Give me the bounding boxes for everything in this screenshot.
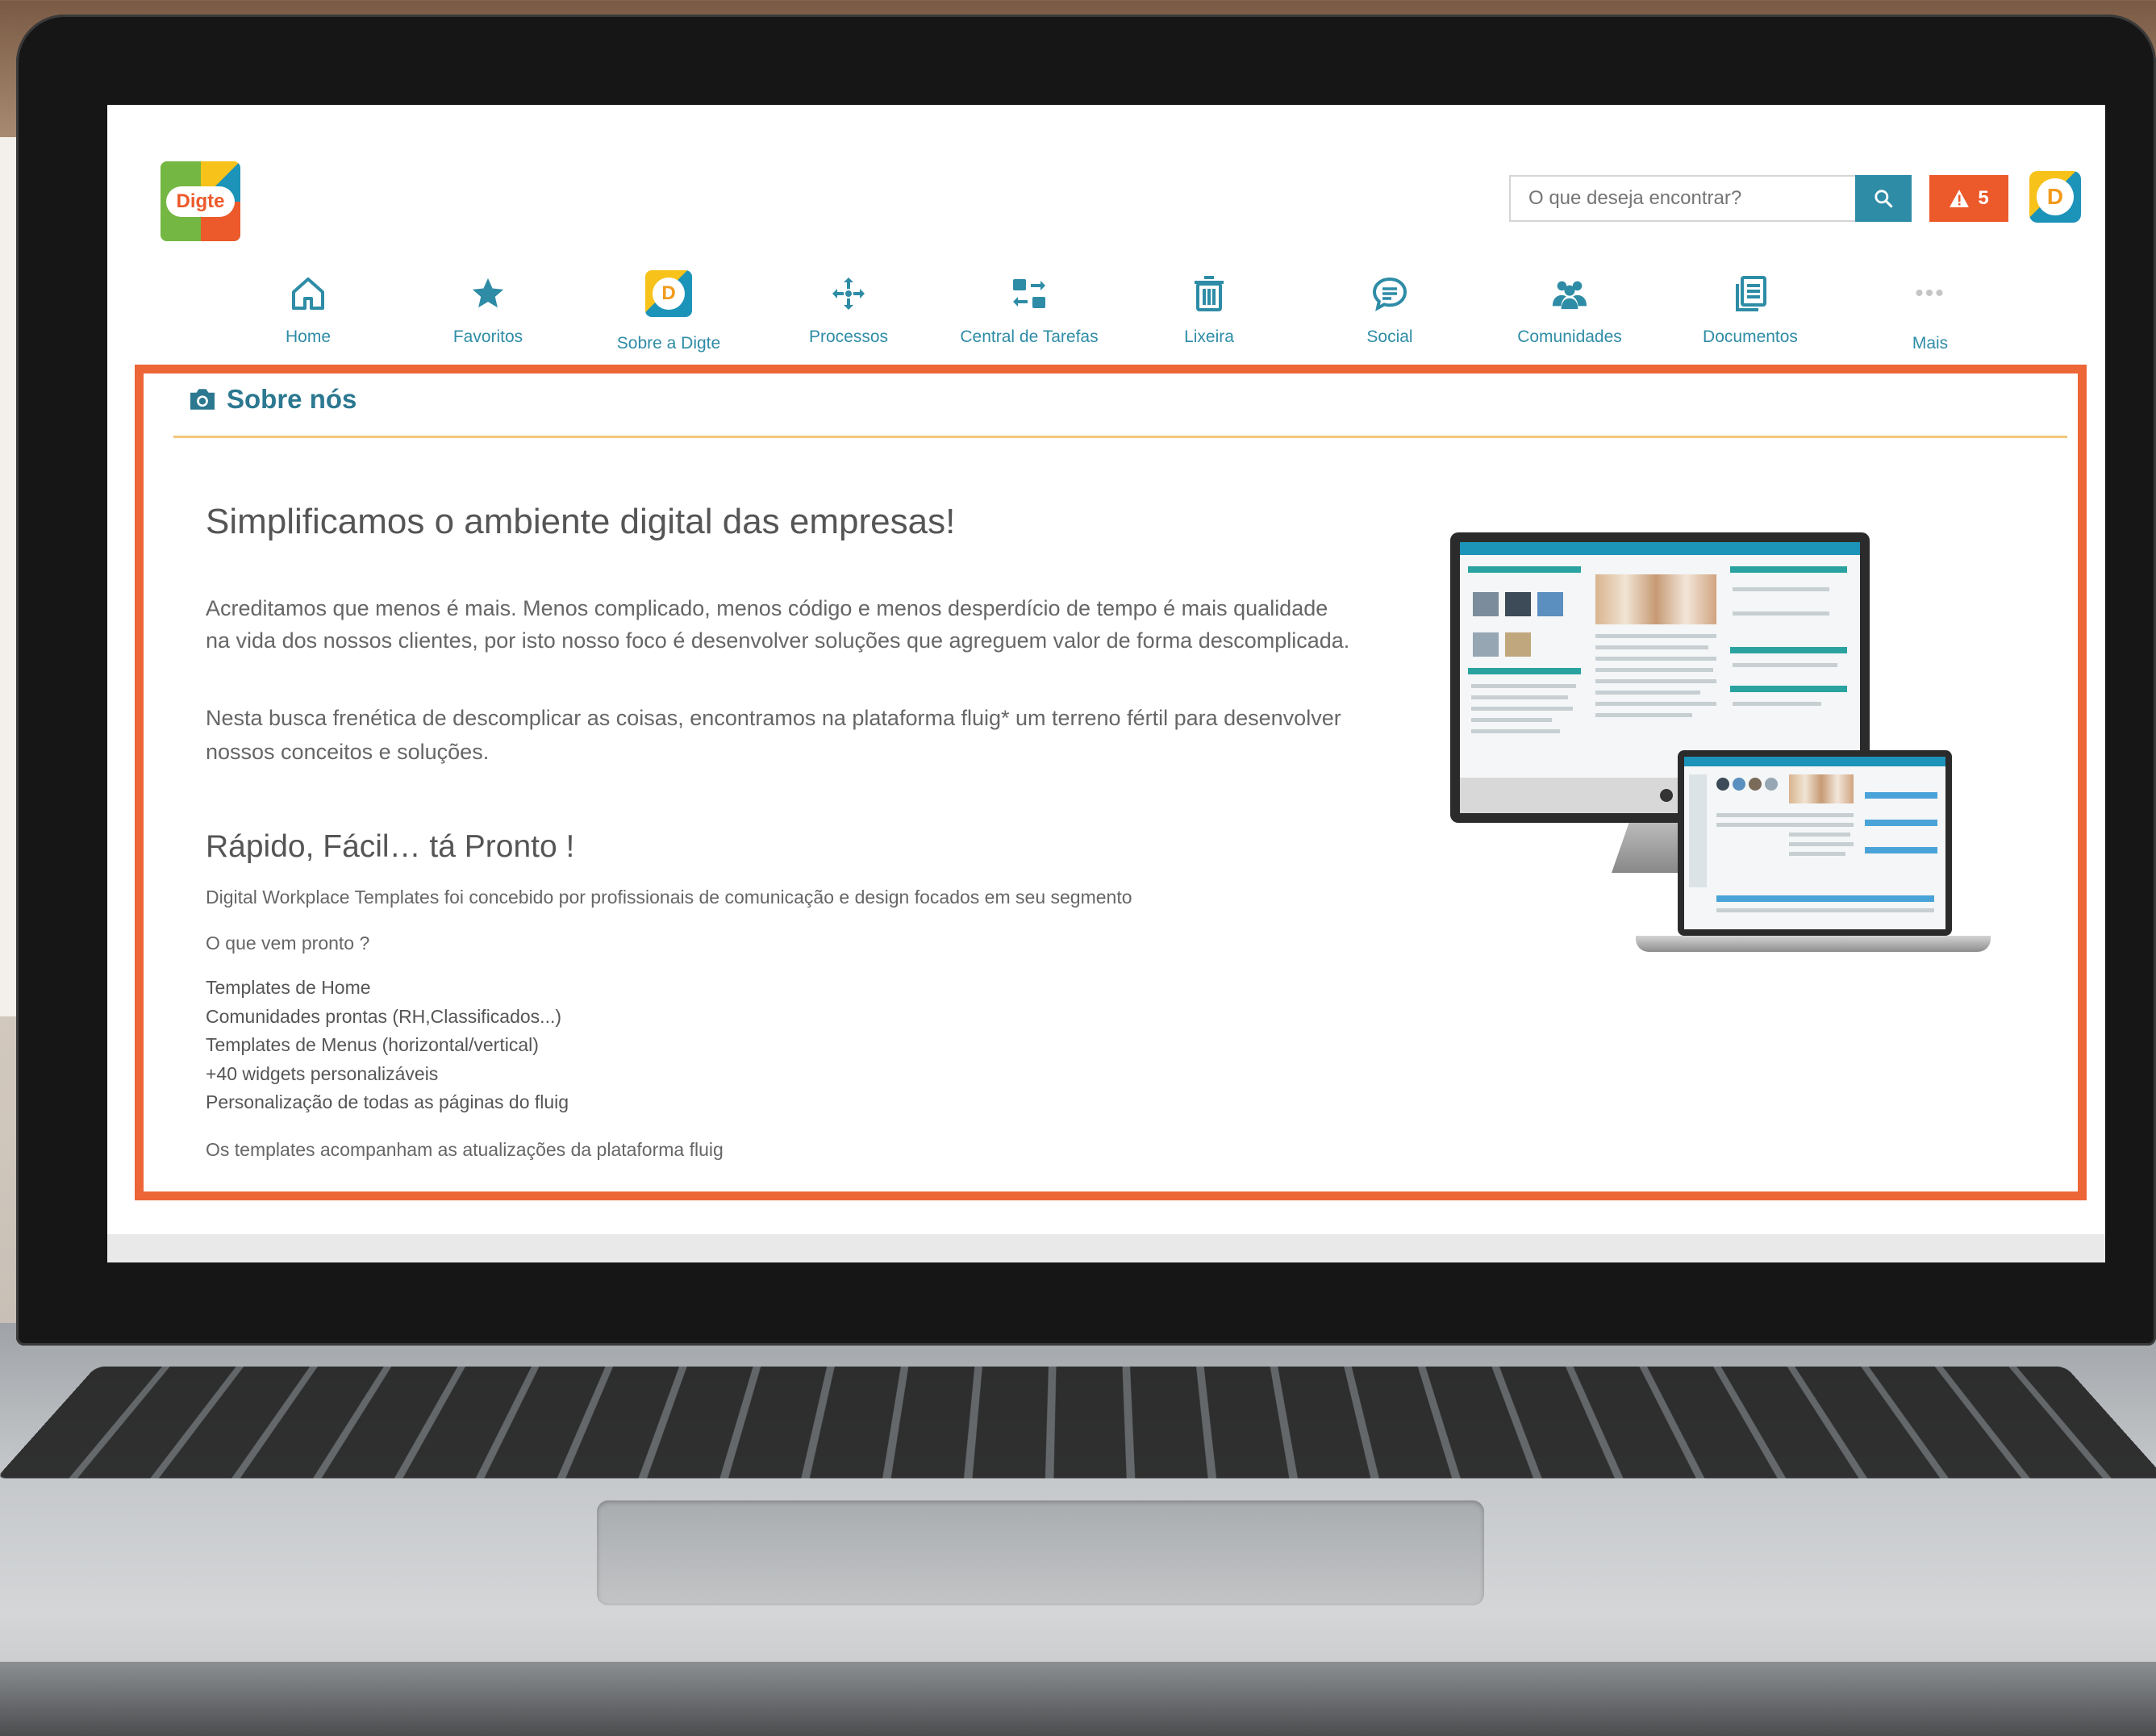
search-input[interactable] — [1509, 175, 1855, 222]
search-button[interactable] — [1855, 175, 1912, 222]
section-title-text: Sobre nós — [227, 384, 357, 415]
tasks-swap-icon — [1010, 274, 1049, 313]
digte-logo[interactable]: Digte — [161, 161, 240, 241]
logo-text: Digte — [166, 186, 235, 217]
list-item: Templates de Home — [206, 974, 569, 1003]
user-avatar[interactable]: D — [2029, 171, 2081, 223]
avatar-letter: D — [2037, 178, 2074, 215]
nav-item-sobre-a-digte[interactable]: D Sobre a Digte — [588, 269, 749, 358]
list-item: Personalização de todas as páginas do fl… — [206, 1088, 569, 1117]
more-dots-icon: ••• — [1915, 280, 1945, 307]
laptop-screen: Digte 5 D Home Favoritos — [107, 105, 2105, 1262]
star-icon — [469, 275, 507, 312]
main-heading: Simplificamos o ambiente digital das emp… — [206, 502, 955, 542]
laptop-trackpad — [597, 1500, 1484, 1605]
process-arrows-icon — [829, 274, 868, 313]
nav-item-central-de-tarefas[interactable]: Central de Tarefas — [949, 269, 1110, 358]
home-icon — [289, 274, 327, 313]
nav-item-social[interactable]: Social — [1309, 269, 1470, 358]
nav-item-lixeira[interactable]: Lixeira — [1128, 269, 1290, 358]
footer-line: Os templates acompanham as atualizações … — [206, 1139, 724, 1161]
title-divider — [173, 436, 2067, 438]
warning-icon — [1949, 189, 1970, 208]
documents-icon — [1732, 274, 1769, 313]
nav-label-central-de-tarefas: Central de Tarefas — [960, 328, 1098, 347]
camera-icon — [188, 386, 217, 412]
nav-item-home[interactable]: Home — [227, 269, 389, 358]
digte-d-letter: D — [653, 278, 685, 310]
list-item: +40 widgets personalizáveis — [206, 1060, 569, 1089]
chat-bubble-icon — [1370, 274, 1409, 313]
question-line: O que vem pronto ? — [206, 933, 369, 954]
fluig-paragraph: Nesta busca frenética de descomplicar as… — [206, 701, 1351, 769]
intro-paragraph: Acreditamos que menos é mais. Menos comp… — [206, 592, 1351, 657]
nav-label-lixeira: Lixeira — [1184, 328, 1234, 347]
nav-label-sobre-a-digte: Sobre a Digte — [617, 334, 720, 353]
alerts-button[interactable]: 5 — [1929, 175, 2008, 222]
devices-illustration — [1450, 532, 1999, 952]
nav-label-processos: Processos — [809, 328, 888, 347]
nav-item-documentos[interactable]: Documentos — [1670, 269, 1831, 358]
nav-label-comunidades: Comunidades — [1517, 328, 1622, 347]
laptop-keyboard — [0, 1367, 2156, 1478]
laptop-screen-mockup — [1684, 757, 1945, 929]
nav-item-processos[interactable]: Processos — [768, 269, 929, 358]
concept-line: Digital Workplace Templates foi concebid… — [206, 887, 1132, 908]
laptop-front-edge — [0, 1662, 2156, 1736]
screen-footer-strip — [107, 1234, 2105, 1262]
alerts-count: 5 — [1978, 187, 1988, 210]
list-item: Templates de Menus (horizontal/vertical) — [206, 1031, 569, 1060]
search-icon — [1873, 188, 1894, 209]
people-icon — [1549, 275, 1590, 312]
nav-label-favoritos: Favoritos — [453, 328, 523, 347]
laptop-mockup — [1678, 750, 1952, 936]
nav-item-mais[interactable]: ••• Mais — [1849, 269, 2011, 358]
laptop-mockup-base — [1636, 936, 1991, 952]
section-title: Sobre nós — [188, 382, 357, 416]
monitor-screen-mockup — [1460, 542, 1860, 778]
features-list: Templates de Home Comunidades prontas (R… — [206, 974, 569, 1117]
list-item: Comunidades prontas (RH,Classificados...… — [206, 1003, 569, 1032]
sub-heading: Rápido, Fácil… tá Pronto ! — [206, 829, 574, 865]
trash-icon — [1191, 274, 1227, 313]
nav-label-documentos: Documentos — [1703, 328, 1798, 347]
digte-d-icon: D — [645, 270, 692, 317]
nav-item-favoritos[interactable]: Favoritos — [407, 269, 569, 358]
nav-label-home: Home — [286, 328, 331, 347]
nav-item-comunidades[interactable]: Comunidades — [1489, 269, 1650, 358]
nav-label-mais: Mais — [1912, 334, 1948, 353]
nav-label-social: Social — [1366, 328, 1412, 347]
